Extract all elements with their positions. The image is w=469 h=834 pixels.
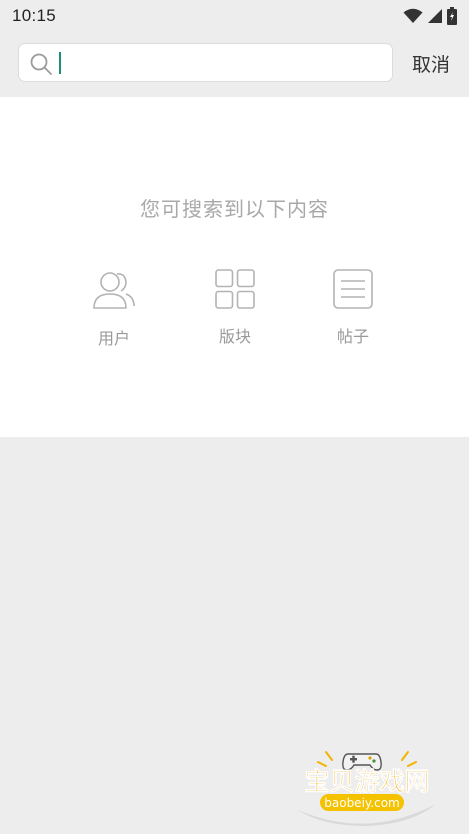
category-post[interactable]: 帖子 [313,269,393,347]
category-board-label: 版块 [218,327,251,346]
search-icon [30,53,52,75]
category-user[interactable]: 用户 [74,269,154,349]
category-board[interactable]: 版块 [195,269,275,347]
cancel-button[interactable]: 取消 [404,46,458,80]
status-time: 10:15 [12,6,57,25]
watermark-brand: 宝贝游戏网 [304,767,429,796]
category-user-label: 用户 [97,329,130,348]
category-post-label: 帖子 [336,327,369,346]
gamepad-logo-icon: 宝贝游戏网 baobeiy.com [298,751,436,826]
battery-icon [447,7,457,25]
signal-icon [428,9,442,23]
grid-icon [215,269,255,309]
status-icons [403,7,457,25]
text-caret [59,52,61,74]
search-bar: 取消 [0,32,469,96]
search-input[interactable] [57,46,387,79]
watermark-domain: baobeiy.com [324,796,399,810]
user-icon [93,272,135,309]
search-screen: 10:15 取消 您可搜索到以下内容 用户 版块 帖子 宝贝游戏网 baobei… [0,0,469,834]
watermark-logo: 宝贝游戏网 baobeiy.com [292,744,442,830]
post-icon [333,269,373,309]
search-hint: 您可搜索到以下内容 [140,197,329,221]
wifi-icon [403,8,423,23]
search-box[interactable] [18,43,393,82]
status-bar: 10:15 [0,0,469,32]
search-suggestions-card: 您可搜索到以下内容 用户 版块 帖子 [0,97,469,437]
